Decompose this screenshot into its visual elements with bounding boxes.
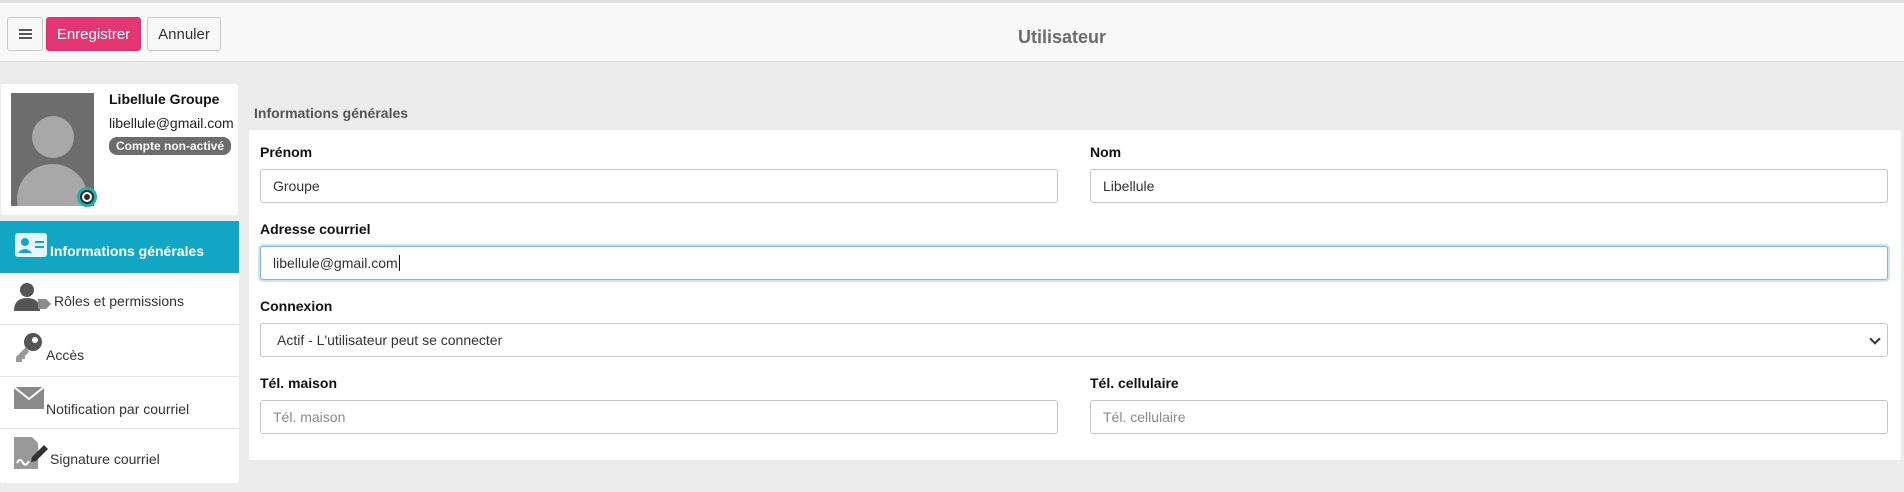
envelope-icon	[14, 387, 44, 409]
sidebar-item-label: Rôles et permissions	[54, 293, 184, 309]
sidebar-item-roles[interactable]: Rôles et permissions	[0, 273, 239, 325]
connexion-select[interactable]: Actif - L'utilisateur peut se connecter	[260, 323, 1888, 357]
sidebar-item-notification[interactable]: Notification par courriel	[0, 377, 239, 429]
camera-icon[interactable]	[77, 187, 97, 207]
tel-maison-label: Tél. maison	[260, 375, 338, 391]
tel-maison-placeholder: Tél. maison	[273, 409, 346, 425]
section-title: Informations générales	[254, 105, 409, 121]
sidebar-item-label: Signature courriel	[50, 451, 160, 467]
text-cursor	[398, 255, 400, 271]
sidebar-item-acces[interactable]: Accès	[0, 325, 239, 377]
toolbar: Enregistrer Annuler Utilisateur	[0, 3, 1904, 62]
connexion-label: Connexion	[260, 298, 333, 314]
nom-field[interactable]: Libellule	[1090, 169, 1888, 203]
profile-card: Libellule Groupe libellule@gmail.com Com…	[1, 84, 238, 215]
page-title: Utilisateur	[1017, 27, 1107, 47]
sidebar-item-label: Notification par courriel	[46, 401, 190, 417]
prenom-value: Groupe	[273, 178, 320, 194]
nom-label: Nom	[1090, 144, 1122, 160]
email-label: Adresse courriel	[260, 221, 371, 237]
sidebar-item-signature[interactable]: Signature courriel	[0, 429, 239, 481]
sidebar-item-informations-generales[interactable]: Informations générales	[0, 221, 239, 273]
tel-cellulaire-field[interactable]: Tél. cellulaire	[1090, 400, 1888, 434]
signature-icon	[14, 437, 48, 469]
tel-cellulaire-label: Tél. cellulaire	[1090, 375, 1179, 391]
id-card-icon	[15, 233, 47, 257]
email-field[interactable]: libellule@gmail.com	[260, 246, 1888, 280]
connexion-value: Actif - L'utilisateur peut se connecter	[277, 332, 503, 348]
user-tag-icon	[14, 283, 51, 311]
form-panel: Prénom Groupe Nom Libellule Adresse cour…	[249, 130, 1901, 460]
prenom-label: Prénom	[260, 144, 313, 160]
tel-maison-field[interactable]: Tél. maison	[260, 400, 1058, 434]
key-icon	[16, 333, 42, 362]
profile-email: libellule@gmail.com	[109, 115, 234, 131]
tel-cellulaire-placeholder: Tél. cellulaire	[1103, 409, 1186, 425]
profile-name: Libellule Groupe	[109, 91, 220, 107]
sidebar-item-label: Accès	[46, 347, 85, 363]
status-badge: Compte non-activé	[109, 137, 232, 155]
sidebar-nav: Informations générales Rôles et permissi…	[0, 221, 239, 483]
nom-value: Libellule	[1103, 178, 1155, 194]
sidebar-item-label: Informations générales	[50, 243, 205, 259]
chevron-down-icon	[1869, 333, 1881, 345]
prenom-field[interactable]: Groupe	[260, 169, 1058, 203]
email-value: libellule@gmail.com	[273, 255, 398, 271]
